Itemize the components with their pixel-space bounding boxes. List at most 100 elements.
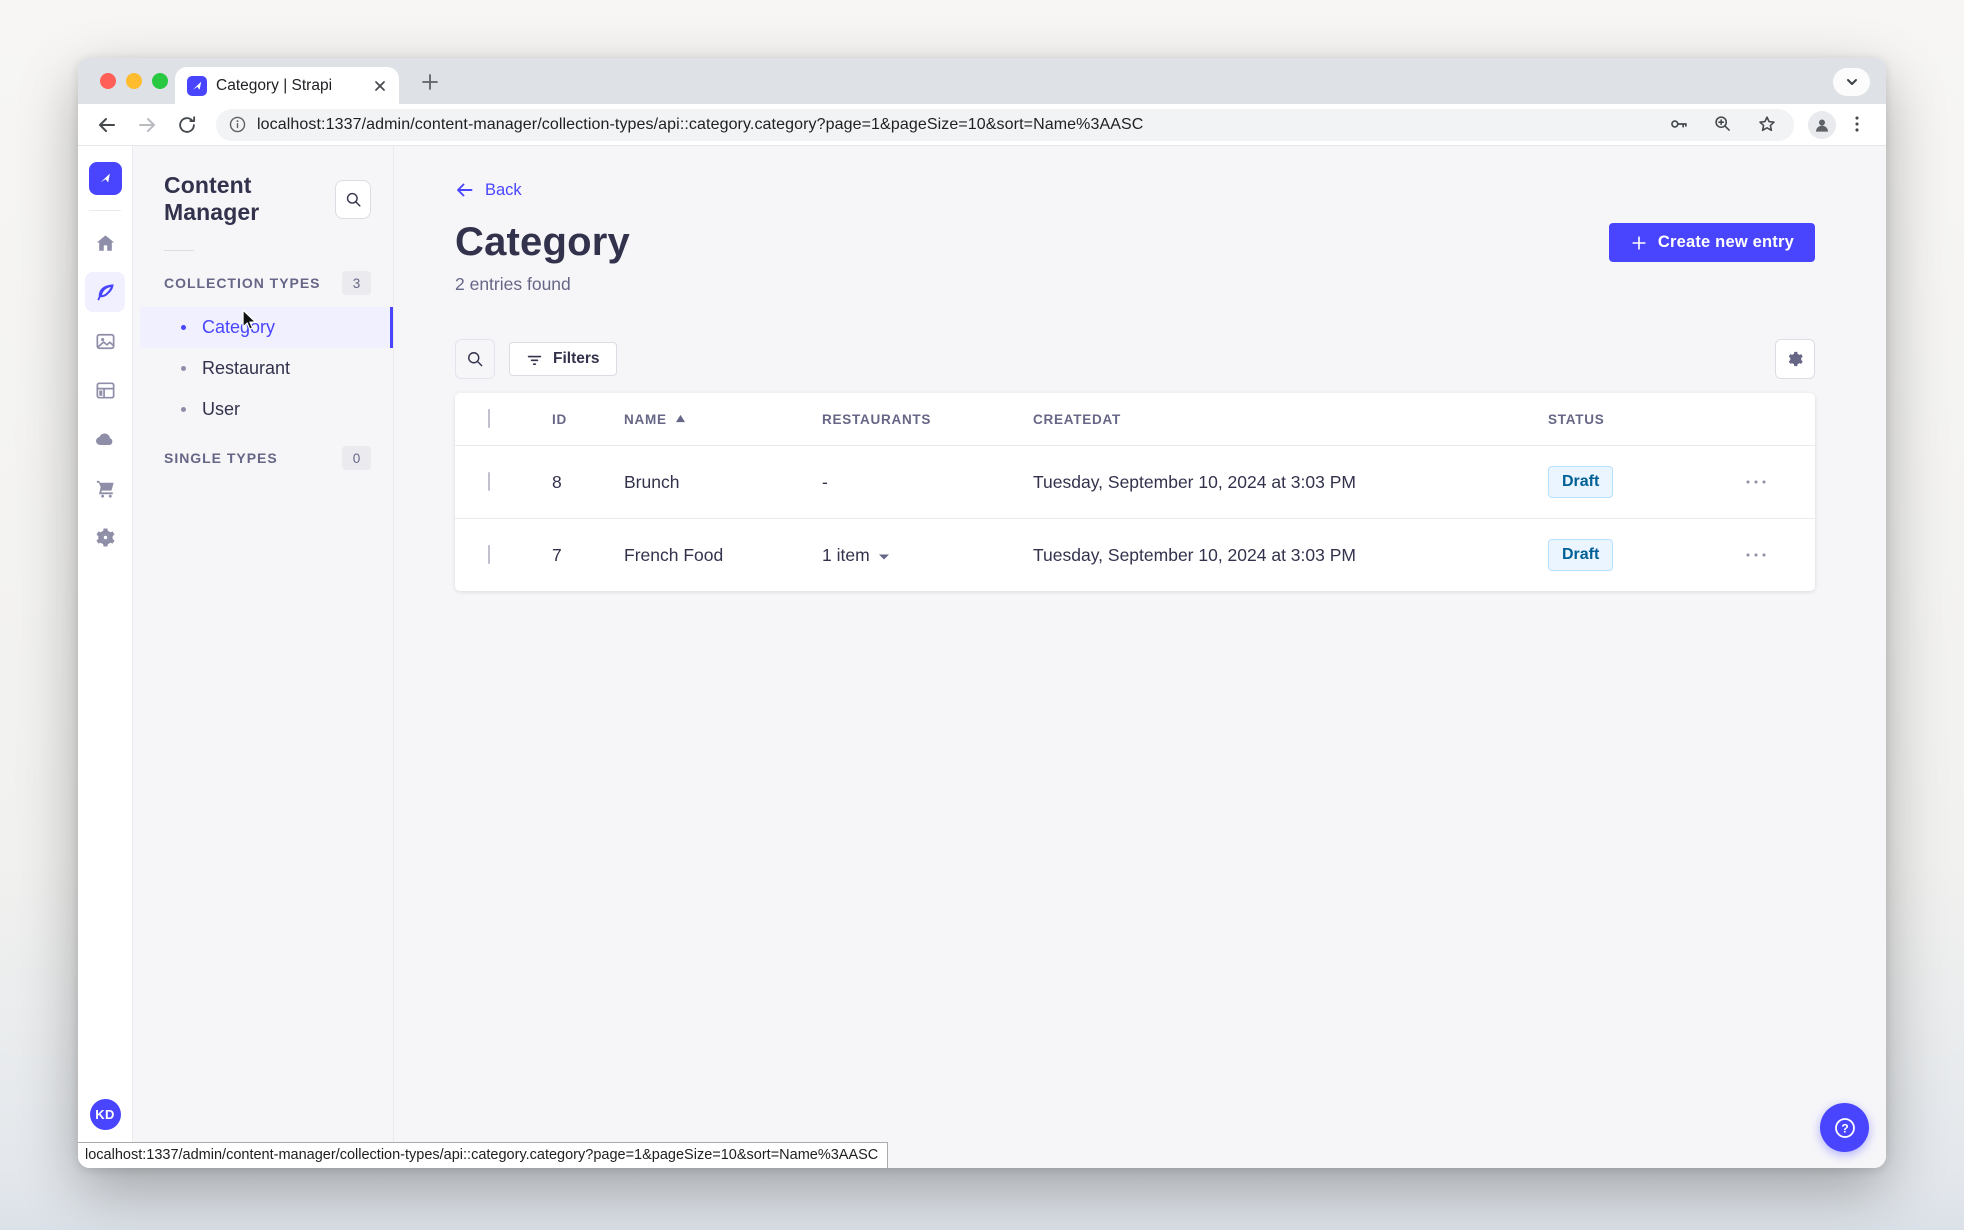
cell-name: French Food <box>624 544 724 565</box>
select-all-checkbox[interactable] <box>488 409 490 428</box>
column-header-name[interactable]: NAME <box>624 412 822 427</box>
back-button[interactable] <box>92 110 122 140</box>
cell-createdat: Tuesday, September 10, 2024 at 3:03 PM <box>1033 471 1356 492</box>
bookmark-star-icon[interactable] <box>1756 113 1780 137</box>
tab-title: Category | Strapi <box>216 76 333 94</box>
cell-restaurants[interactable]: 1 item <box>822 545 1033 566</box>
ellipsis-icon <box>1746 553 1766 557</box>
help-button[interactable]: ? <box>1820 1103 1869 1152</box>
back-link[interactable]: Back <box>455 180 522 200</box>
nav-media-library-icon[interactable] <box>85 321 125 361</box>
url-text: localhost:1337/admin/content-manager/col… <box>257 115 1144 133</box>
sort-ascending-icon <box>675 414 686 423</box>
bullet-icon <box>181 325 186 330</box>
row-actions-button[interactable] <box>1744 551 1774 559</box>
status-bar-url: localhost:1337/admin/content-manager/col… <box>78 1142 889 1168</box>
strapi-favicon-icon <box>187 75 207 96</box>
entries-count: 2 entries found <box>455 274 571 294</box>
sidebar-item-user[interactable]: User <box>140 389 393 430</box>
browser-tab[interactable]: Category | Strapi <box>175 67 399 104</box>
single-types-label: SINGLE TYPES <box>164 450 278 466</box>
user-avatar[interactable]: KD <box>89 1099 121 1130</box>
plus-icon <box>1632 235 1646 250</box>
window-controls <box>100 73 168 89</box>
row-checkbox[interactable] <box>488 472 490 491</box>
browser-menu-button[interactable] <box>1846 113 1870 137</box>
nav-content-manager-icon[interactable] <box>85 272 125 312</box>
sidebar-item-label: Category <box>202 317 276 337</box>
zoom-icon[interactable] <box>1712 113 1736 137</box>
table-row[interactable]: 8 Brunch - Tuesday, September 10, 2024 a… <box>455 445 1815 518</box>
page-title: Category <box>455 220 630 264</box>
rail-divider <box>89 210 121 211</box>
nav-deploy-cloud-icon[interactable] <box>85 419 125 459</box>
address-bar[interactable]: localhost:1337/admin/content-manager/col… <box>216 108 1794 141</box>
column-header-id[interactable]: ID <box>552 412 624 427</box>
password-key-icon[interactable] <box>1668 113 1692 137</box>
column-header-status[interactable]: STATUS <box>1548 412 1744 427</box>
nav-home-icon[interactable] <box>85 223 125 263</box>
subnav-divider <box>164 250 194 251</box>
nav-marketplace-cart-icon[interactable] <box>85 468 125 508</box>
window-close-button[interactable] <box>100 73 116 89</box>
collection-types-label: COLLECTION TYPES <box>164 275 321 291</box>
cell-restaurants: - <box>822 471 828 492</box>
main-nav-rail: KD <box>78 146 133 1168</box>
new-tab-button[interactable] <box>416 68 444 96</box>
collection-types-list: Category Restaurant User <box>133 307 393 430</box>
row-actions-button[interactable] <box>1744 478 1774 486</box>
sidebar-item-category[interactable]: Category <box>140 307 393 348</box>
sidebar-item-label: Restaurant <box>202 358 291 378</box>
window-minimize-button[interactable] <box>126 73 142 89</box>
tab-strip: Category | Strapi <box>78 58 1886 104</box>
browser-profile-button[interactable] <box>1808 110 1836 139</box>
subnav-search-button[interactable] <box>335 179 371 219</box>
back-label: Back <box>485 180 522 199</box>
search-entries-button[interactable] <box>455 339 495 379</box>
strapi-logo[interactable] <box>88 162 122 195</box>
browser-toolbar: localhost:1337/admin/content-manager/col… <box>78 104 1886 146</box>
column-header-createdat[interactable]: CREATEDAT <box>1033 412 1548 427</box>
caret-down-icon <box>878 553 890 561</box>
cell-id: 7 <box>552 544 562 565</box>
entries-table: ID NAME RESTAURANTS CREATEDAT STATUS 8 B… <box>455 393 1815 591</box>
site-info-icon[interactable] <box>228 115 247 134</box>
subnav-title: Content Manager <box>164 172 260 225</box>
bullet-icon <box>181 366 186 371</box>
arrow-left-icon <box>457 183 473 197</box>
svg-text:?: ? <box>1841 1121 1848 1135</box>
create-new-entry-button[interactable]: Create new entry <box>1608 223 1815 262</box>
sidebar-item-restaurant[interactable]: Restaurant <box>140 348 393 389</box>
strapi-admin: KD Content Manager COLLECTION TYPES 3 Ca… <box>78 146 1886 1168</box>
content-manager-subnav: Content Manager COLLECTION TYPES 3 Categ… <box>133 146 394 1168</box>
browser-window: Category | Strapi localhost:1337/admin/c… <box>78 58 1886 1168</box>
nav-settings-gear-icon[interactable] <box>85 517 125 557</box>
collection-types-section-header: COLLECTION TYPES 3 <box>133 265 393 305</box>
tab-search-chevron-button[interactable] <box>1833 68 1870 96</box>
nav-content-type-builder-icon[interactable] <box>85 370 125 410</box>
bullet-icon <box>181 407 186 412</box>
row-checkbox[interactable] <box>488 545 490 564</box>
status-badge: Draft <box>1548 466 1614 498</box>
ellipsis-icon <box>1746 480 1766 484</box>
search-icon <box>468 352 483 367</box>
view-settings-button[interactable] <box>1775 339 1815 379</box>
desktop: { "chrome": { "tab": { "title": "Categor… <box>0 0 1964 1230</box>
collection-types-count-badge: 3 <box>342 271 371 295</box>
filters-label: Filters <box>553 350 600 367</box>
single-types-count-badge: 0 <box>342 446 371 470</box>
reload-button[interactable] <box>172 110 202 140</box>
table-header-row: ID NAME RESTAURANTS CREATEDAT STATUS <box>455 393 1815 445</box>
tab-close-icon[interactable] <box>371 77 389 95</box>
column-header-restaurants[interactable]: RESTAURANTS <box>822 412 1033 427</box>
filters-button[interactable]: Filters <box>509 342 617 376</box>
window-zoom-button[interactable] <box>152 73 168 89</box>
cell-createdat: Tuesday, September 10, 2024 at 3:03 PM <box>1033 544 1356 565</box>
status-badge: Draft <box>1548 539 1614 571</box>
sidebar-item-label: User <box>202 399 241 419</box>
cell-id: 8 <box>552 471 562 492</box>
table-row[interactable]: 7 French Food 1 item Tuesday, September … <box>455 518 1815 591</box>
forward-button[interactable] <box>132 110 162 140</box>
question-mark-icon: ? <box>1834 1117 1855 1138</box>
single-types-section-header: SINGLE TYPES 0 <box>133 440 393 480</box>
